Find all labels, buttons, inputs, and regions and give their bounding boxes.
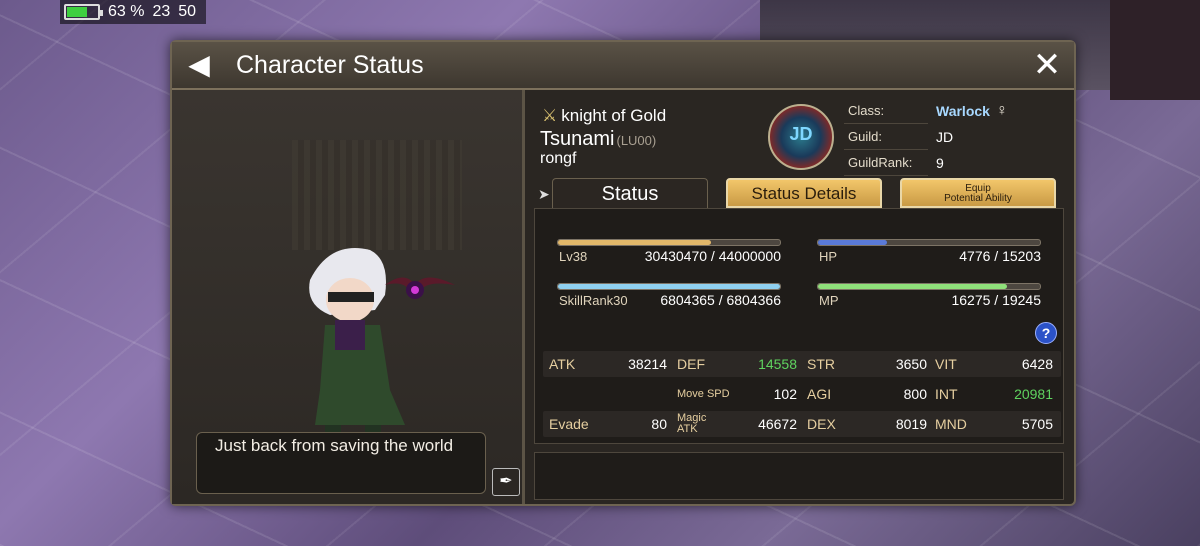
int-label: INT bbox=[935, 386, 958, 402]
mnd-label: MND bbox=[935, 416, 967, 432]
magic-atk-value: 46672 bbox=[758, 416, 797, 432]
bar-track bbox=[817, 283, 1041, 290]
pet-bat bbox=[385, 277, 455, 299]
guildrank-label: GuildRank: bbox=[844, 151, 928, 176]
magic-atk-label-2: ATK bbox=[677, 423, 698, 435]
edit-motto-button[interactable]: ✒ bbox=[492, 468, 520, 496]
str-value: 3650 bbox=[895, 356, 927, 372]
tab-status-details[interactable]: Status Details bbox=[726, 178, 882, 208]
dex-value: 8019 bbox=[895, 416, 927, 432]
status-panel: ⚔ knight of Gold Tsunami (LU00) rongf JD C… bbox=[528, 90, 1074, 504]
account-name: rongf bbox=[540, 150, 577, 167]
guildrank-value: 9 bbox=[936, 155, 944, 171]
character-status-window: ◀ Character Status ✕ Just back from savi… bbox=[170, 40, 1076, 506]
bar-track bbox=[557, 283, 781, 290]
stat-row-2: Move SPD 102 AGI 800 INT 20981 bbox=[543, 381, 1061, 407]
window-title: Character Status bbox=[236, 51, 424, 79]
hp-label: HP bbox=[819, 249, 838, 264]
guild-emblem[interactable]: JD bbox=[768, 104, 834, 170]
skillrank-value: 6804365 / 6804366 bbox=[660, 292, 781, 308]
skillrank-label: SkillRank30 bbox=[559, 293, 628, 308]
level-exp-bar: Lv38 30430470 / 44000000 bbox=[557, 239, 781, 289]
back-arrow-icon: ◀ bbox=[188, 49, 210, 80]
mp-value: 16275 / 19245 bbox=[951, 292, 1041, 308]
evade-label: Evade bbox=[549, 416, 589, 432]
info-row-guildrank: GuildRank: 9 bbox=[844, 150, 1064, 176]
character-name: Tsunami bbox=[540, 128, 615, 150]
battery-icon bbox=[64, 4, 103, 20]
tab-bar: ➤ Status Status Details Equip Potential … bbox=[534, 178, 1064, 208]
battery-fill bbox=[67, 7, 88, 17]
background-door bbox=[1110, 0, 1200, 100]
fps-value: 50 bbox=[178, 3, 197, 20]
title-badge-text: knight of Gold bbox=[561, 106, 667, 125]
def-value: 14558 bbox=[758, 356, 797, 372]
exp-value: 30430470 / 44000000 bbox=[644, 248, 781, 264]
tab-equip-line2: Potential Ability bbox=[944, 193, 1012, 204]
int-value: 20981 bbox=[1014, 386, 1053, 402]
close-button[interactable]: ✕ bbox=[1030, 48, 1064, 82]
motto-box: Just back from saving the world bbox=[196, 432, 486, 494]
info-table: Class: Warlock ♀ Guild: JD GuildRank: 9 bbox=[844, 98, 1064, 176]
def-label: DEF bbox=[677, 356, 705, 372]
movespd-value: 102 bbox=[773, 386, 797, 402]
class-label: Class: bbox=[844, 99, 928, 124]
back-button[interactable]: ◀ bbox=[182, 49, 216, 81]
str-label: STR bbox=[807, 356, 835, 372]
dex-label: DEX bbox=[807, 416, 836, 432]
bar-fill bbox=[818, 284, 1007, 289]
lower-info-panel bbox=[534, 452, 1064, 500]
stat-row-1: ATK 38214 DEF 14558 STR 3650 VIT 6428 bbox=[543, 351, 1061, 377]
character-preview-panel: Just back from saving the world ✒ bbox=[172, 90, 525, 504]
close-icon: ✕ bbox=[1032, 46, 1062, 84]
female-icon: ♀ bbox=[995, 102, 1008, 119]
signal-value: 23 bbox=[152, 3, 171, 20]
mp-bar: MP 16275 / 19245 bbox=[817, 283, 1041, 333]
title-bar: ◀ Character Status ✕ bbox=[172, 42, 1074, 90]
agi-value: 800 bbox=[903, 386, 927, 402]
tab-status[interactable]: Status bbox=[552, 178, 708, 208]
class-value: Warlock bbox=[936, 103, 990, 119]
avatar-vest bbox=[335, 320, 365, 350]
device-status-bar: 63 % 23 50 bbox=[60, 0, 207, 24]
skillrank-bar: SkillRank30 6804365 / 6804366 bbox=[557, 283, 781, 333]
motto-text: Just back from saving the world bbox=[215, 436, 454, 455]
movespd-label: Move SPD bbox=[677, 388, 730, 400]
character-title: ⚔ knight of Gold bbox=[542, 106, 666, 126]
atk-value: 38214 bbox=[628, 356, 667, 372]
info-row-guild: Guild: JD bbox=[844, 124, 1064, 150]
mnd-value: 5705 bbox=[1021, 416, 1053, 432]
avatar-mask bbox=[328, 292, 374, 302]
evade-value: 80 bbox=[651, 416, 667, 432]
character-level-tag: (LU00) bbox=[616, 133, 657, 148]
agi-label: AGI bbox=[807, 386, 832, 402]
level-label: Lv38 bbox=[559, 249, 588, 264]
hp-bar: HP 4776 / 15203 bbox=[817, 239, 1041, 289]
bar-fill bbox=[558, 284, 780, 289]
info-row-class: Class: Warlock ♀ bbox=[844, 98, 1064, 124]
tab-pointer-icon: ➤ bbox=[538, 186, 550, 202]
crossed-swords-icon: ⚔ bbox=[542, 106, 558, 125]
quill-icon: ✒ bbox=[499, 473, 513, 490]
bar-fill bbox=[558, 240, 712, 245]
stats-panel: Lv38 30430470 / 44000000 HP 4776 / 15203… bbox=[534, 208, 1064, 444]
room-backdrop bbox=[292, 140, 462, 250]
character-name-line: Tsunami (LU00) bbox=[540, 128, 656, 151]
vit-label: VIT bbox=[935, 356, 957, 372]
hp-value: 4776 / 15203 bbox=[959, 248, 1041, 264]
help-button[interactable]: ? bbox=[1035, 322, 1057, 344]
guild-value: JD bbox=[936, 129, 954, 145]
mp-label: MP bbox=[819, 293, 839, 308]
bar-fill bbox=[818, 240, 887, 245]
stat-row-3: Evade 80 Magic ATK 46672 DEX 8019 MND 57… bbox=[543, 411, 1061, 437]
guild-label: Guild: bbox=[844, 125, 928, 150]
tab-equip-potential[interactable]: Equip Potential Ability bbox=[900, 178, 1056, 208]
atk-label: ATK bbox=[549, 356, 576, 372]
guild-emblem-text: JD bbox=[789, 124, 813, 144]
bar-track bbox=[817, 239, 1041, 246]
bar-track bbox=[557, 239, 781, 246]
battery-percent: 63 % bbox=[108, 3, 145, 20]
vit-value: 6428 bbox=[1021, 356, 1053, 372]
